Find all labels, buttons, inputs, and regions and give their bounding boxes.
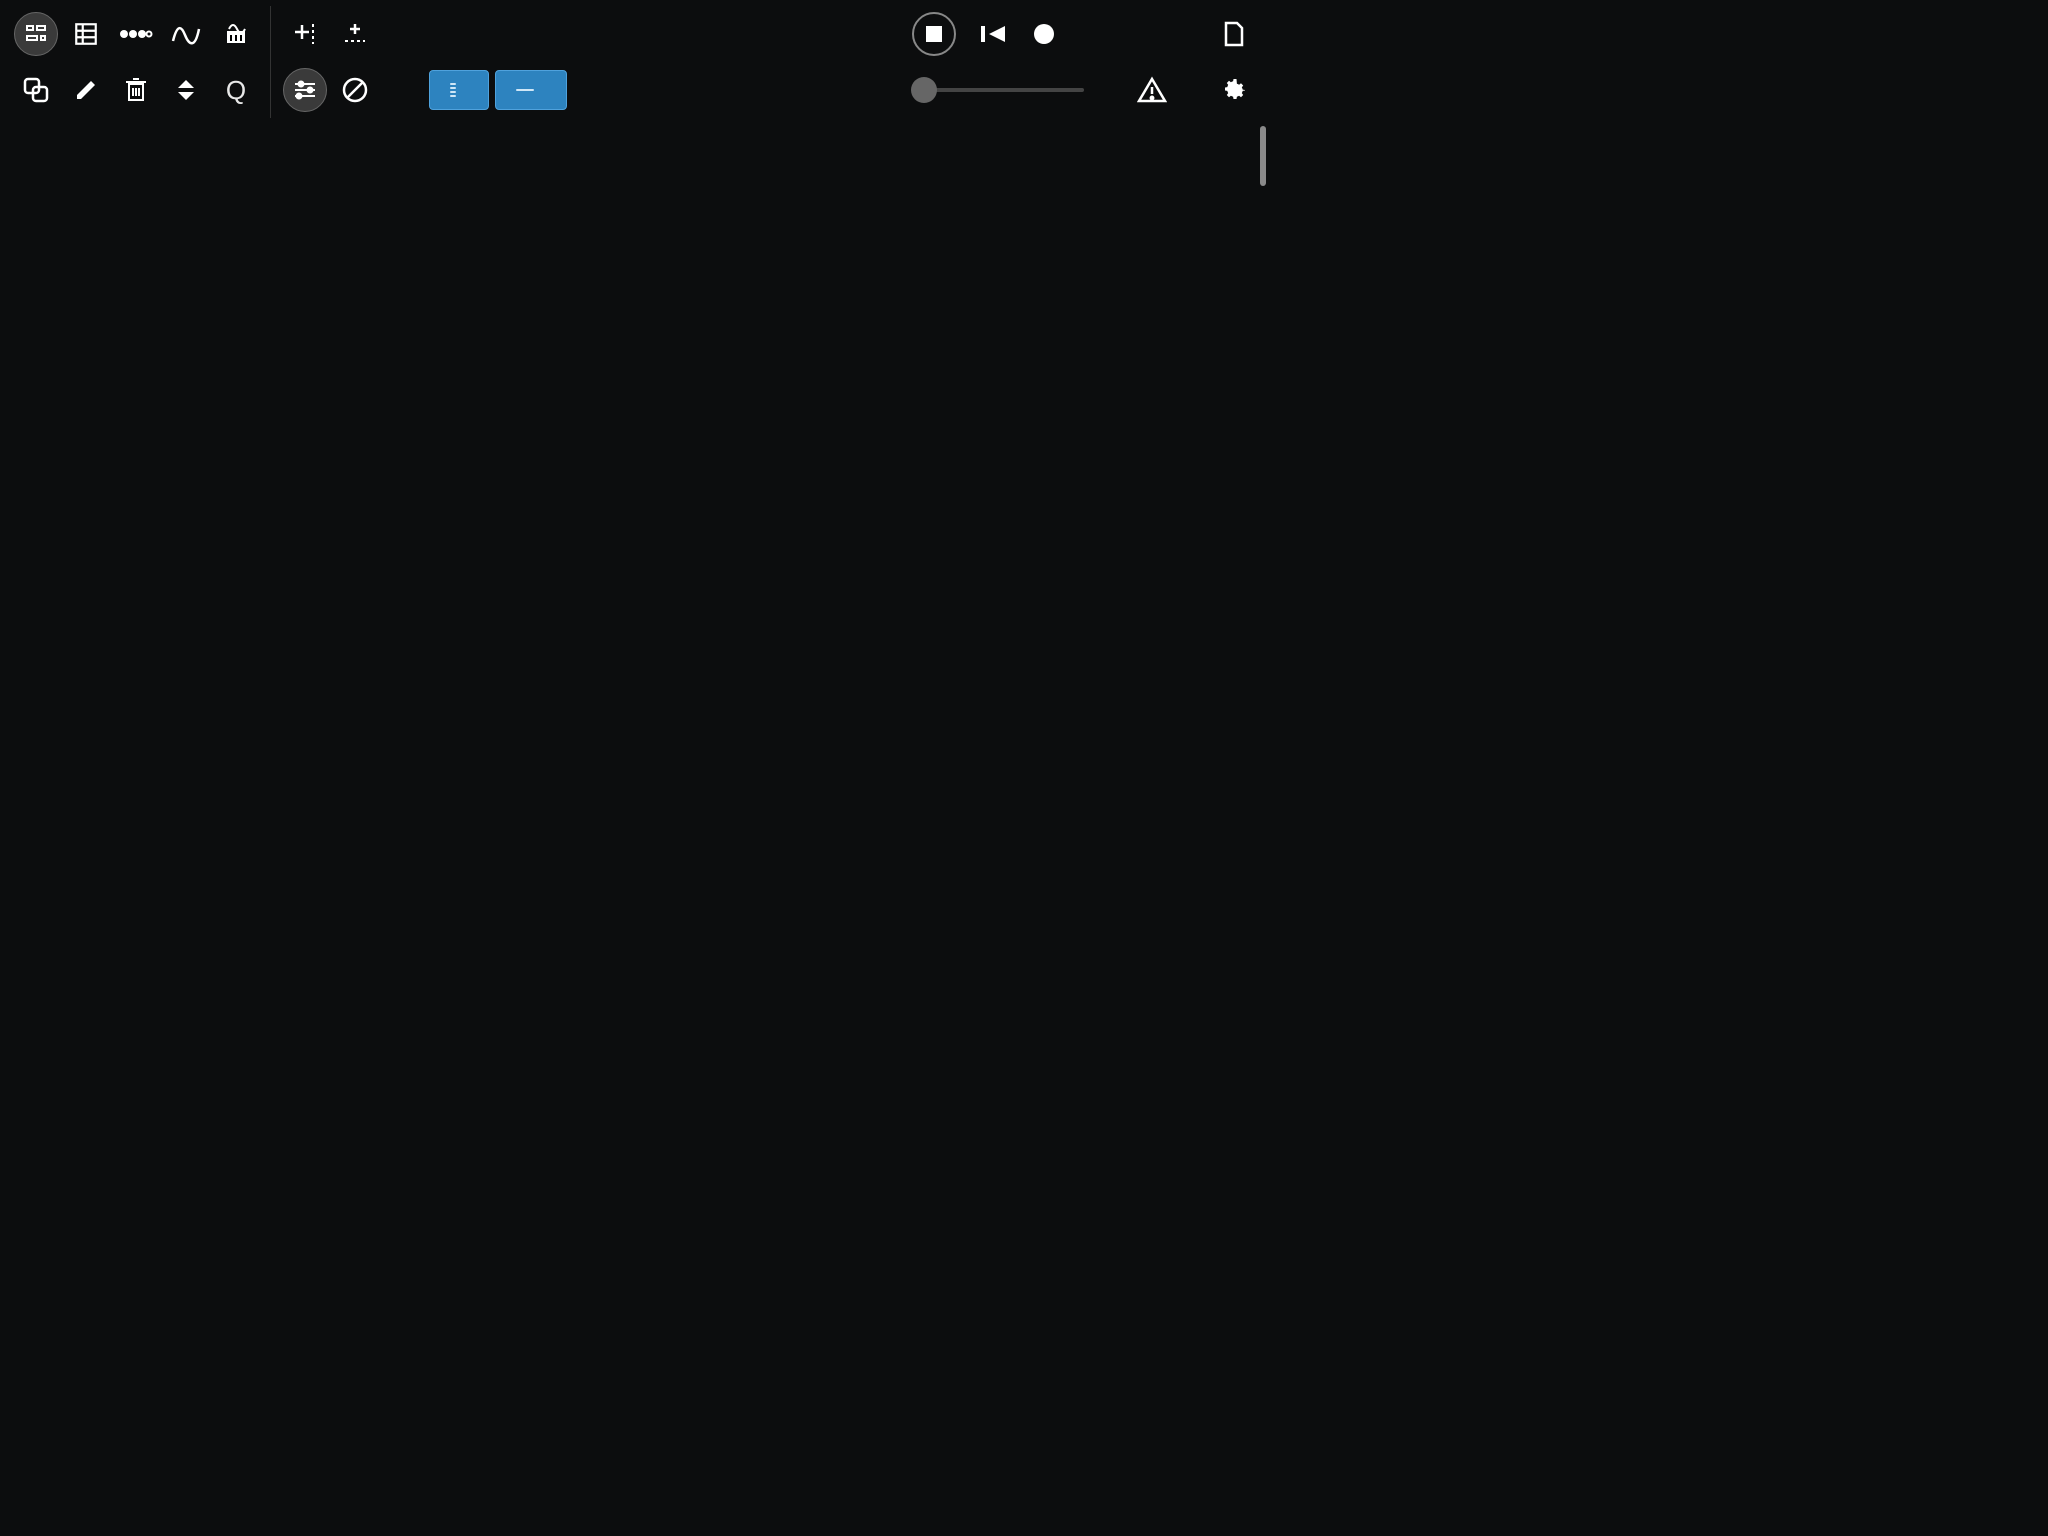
divider — [270, 62, 271, 118]
warning-icon[interactable] — [1130, 68, 1174, 112]
record-button[interactable] — [1022, 12, 1066, 56]
swing-thumb[interactable] — [911, 77, 937, 103]
edit-icon[interactable] — [64, 68, 108, 112]
trash-icon[interactable] — [114, 68, 158, 112]
settings-icon[interactable] — [1212, 68, 1256, 112]
scrollbar[interactable] — [1260, 126, 1266, 186]
steps-icon[interactable] — [114, 12, 158, 56]
rewind-button[interactable] — [972, 12, 1016, 56]
synth-engine-icon[interactable] — [214, 12, 258, 56]
view-clips-icon[interactable] — [14, 12, 58, 56]
selected-track-chip[interactable] — [429, 70, 489, 110]
mute-none-icon[interactable] — [333, 68, 377, 112]
stop-button[interactable] — [912, 12, 956, 56]
help-button[interactable] — [1162, 12, 1206, 56]
selected-clip-chip[interactable] — [495, 70, 567, 110]
duplicate-icon[interactable] — [14, 68, 58, 112]
quantize-button[interactable]: Q — [214, 68, 258, 112]
add-column-icon[interactable] — [283, 12, 327, 56]
add-row-icon[interactable] — [333, 12, 377, 56]
sort-icon[interactable] — [164, 68, 208, 112]
mixer-settings-icon[interactable] — [283, 68, 327, 112]
divider — [270, 6, 271, 62]
dash-icon — [450, 83, 456, 97]
file-button[interactable] — [1212, 12, 1256, 56]
view-list-icon[interactable] — [64, 12, 108, 56]
swing-slider[interactable] — [924, 88, 1084, 92]
dashline-icon — [516, 89, 534, 91]
wave-icon[interactable] — [164, 12, 208, 56]
